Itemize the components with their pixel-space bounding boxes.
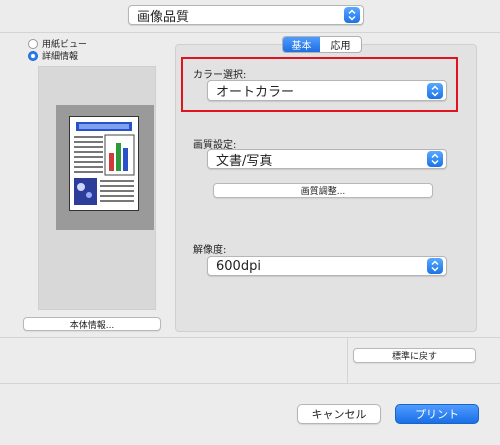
color-selection-value: オートカラー <box>216 85 295 100</box>
resolution-popup[interactable]: 600dpi <box>207 256 447 276</box>
view-option-detail[interactable]: 詳細情報 <box>28 49 78 62</box>
color-selection-label: カラー選択: <box>193 70 247 81</box>
tab-basic[interactable]: 基本 <box>283 37 320 52</box>
preset-popup[interactable]: 画像品質 <box>128 5 364 25</box>
middle-separator <box>0 337 500 338</box>
document-preview-icon <box>69 116 139 211</box>
tab-advanced[interactable]: 応用 <box>320 37 361 52</box>
resolution-value: 600dpi <box>216 258 261 274</box>
device-info-button[interactable]: 本体情報... <box>23 317 161 331</box>
reset-divider <box>347 337 348 383</box>
quality-setting-value: 文書/写真 <box>216 153 273 169</box>
quality-adjust-button[interactable]: 画質調整... <box>213 183 433 198</box>
popup-stepper-icon <box>427 82 443 99</box>
cancel-button[interactable]: キャンセル <box>297 404 381 424</box>
reset-defaults-button[interactable]: 標準に戻す <box>353 348 476 363</box>
print-button[interactable]: プリント <box>395 404 479 424</box>
quality-setting-popup[interactable]: 文書/写真 <box>207 149 447 169</box>
tab-group: 基本 応用 <box>282 36 362 53</box>
resolution-label: 解像度: <box>193 245 227 256</box>
popup-stepper-icon <box>427 151 443 167</box>
preview-pane <box>38 66 156 310</box>
view-option-detail-label: 詳細情報 <box>42 52 79 62</box>
popup-stepper-icon <box>427 258 443 274</box>
top-separator <box>0 32 500 33</box>
radio-detail-info[interactable] <box>28 50 38 61</box>
preset-popup-value: 画像品質 <box>137 9 190 25</box>
preview-area <box>56 105 154 230</box>
color-selection-popup[interactable]: オートカラー <box>207 80 447 101</box>
bottom-separator <box>0 383 500 384</box>
radio-paper-view[interactable] <box>28 38 38 49</box>
popup-stepper-icon <box>344 7 360 23</box>
